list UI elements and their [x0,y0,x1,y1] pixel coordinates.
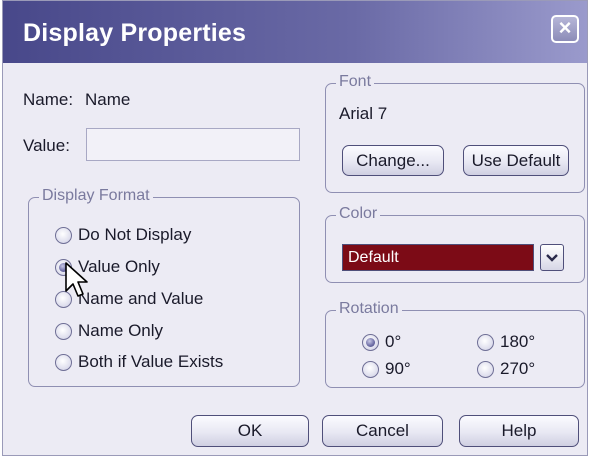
radio-do-not-display[interactable]: Do Not Display [55,224,191,246]
value-input[interactable] [86,128,300,161]
title-bar: Display Properties × [3,1,587,63]
help-button[interactable]: Help [459,415,579,447]
radio-label: Name Only [78,321,164,340]
radio-rotation-180[interactable]: 180° [477,331,535,353]
name-label: Name: [23,90,74,109]
display-properties-dialog: Display Properties × Name: Name Value: D… [2,0,588,456]
radio-rotation-90[interactable]: 90° [362,358,411,380]
rotation-legend: Rotation [336,300,402,318]
radio-name-only[interactable]: Name Only [55,320,163,342]
mouse-pointer-icon [65,262,88,297]
display-format-legend: Display Format [39,187,153,205]
radio-button[interactable] [362,360,379,378]
radio-label: Value Only [78,257,160,276]
font-group: Font Arial 7 Change... Use Default [325,73,585,193]
name-value: Name [85,90,131,109]
change-font-button[interactable]: Change... [342,145,444,176]
cancel-button[interactable]: Cancel [322,415,443,447]
radio-label: 0° [385,332,402,351]
use-default-button[interactable]: Use Default [463,145,569,176]
radio-label: Do Not Display [78,225,192,244]
radio-label: 90° [385,359,411,378]
radio-rotation-0[interactable]: 0° [362,331,401,353]
current-font: Arial 7 [339,104,388,123]
radio-button[interactable] [55,322,72,340]
radio-button[interactable] [477,333,494,351]
radio-both-if-value-exists[interactable]: Both if Value Exists [55,351,223,373]
ok-button[interactable]: OK [191,415,309,447]
radio-label: 180° [500,332,536,351]
radio-button[interactable] [55,353,72,371]
radio-button-selected[interactable] [362,333,379,351]
color-legend: Color [336,205,381,223]
chevron-down-icon[interactable] [540,244,564,271]
color-group: Color Default [325,205,585,283]
value-label: Value: [23,136,70,155]
close-icon[interactable]: × [551,15,579,43]
font-legend: Font [336,73,375,91]
radio-label: 270° [500,359,536,378]
radio-label: Both if Value Exists [78,352,224,371]
rotation-group: Rotation 0° 180° 90° 270° [325,300,585,388]
window-title: Display Properties [23,19,247,47]
radio-rotation-270[interactable]: 270° [477,358,535,380]
radio-button[interactable] [55,226,72,244]
radio-label: Name and Value [78,289,204,308]
radio-button[interactable] [477,360,494,378]
color-select[interactable]: Default [342,244,534,271]
